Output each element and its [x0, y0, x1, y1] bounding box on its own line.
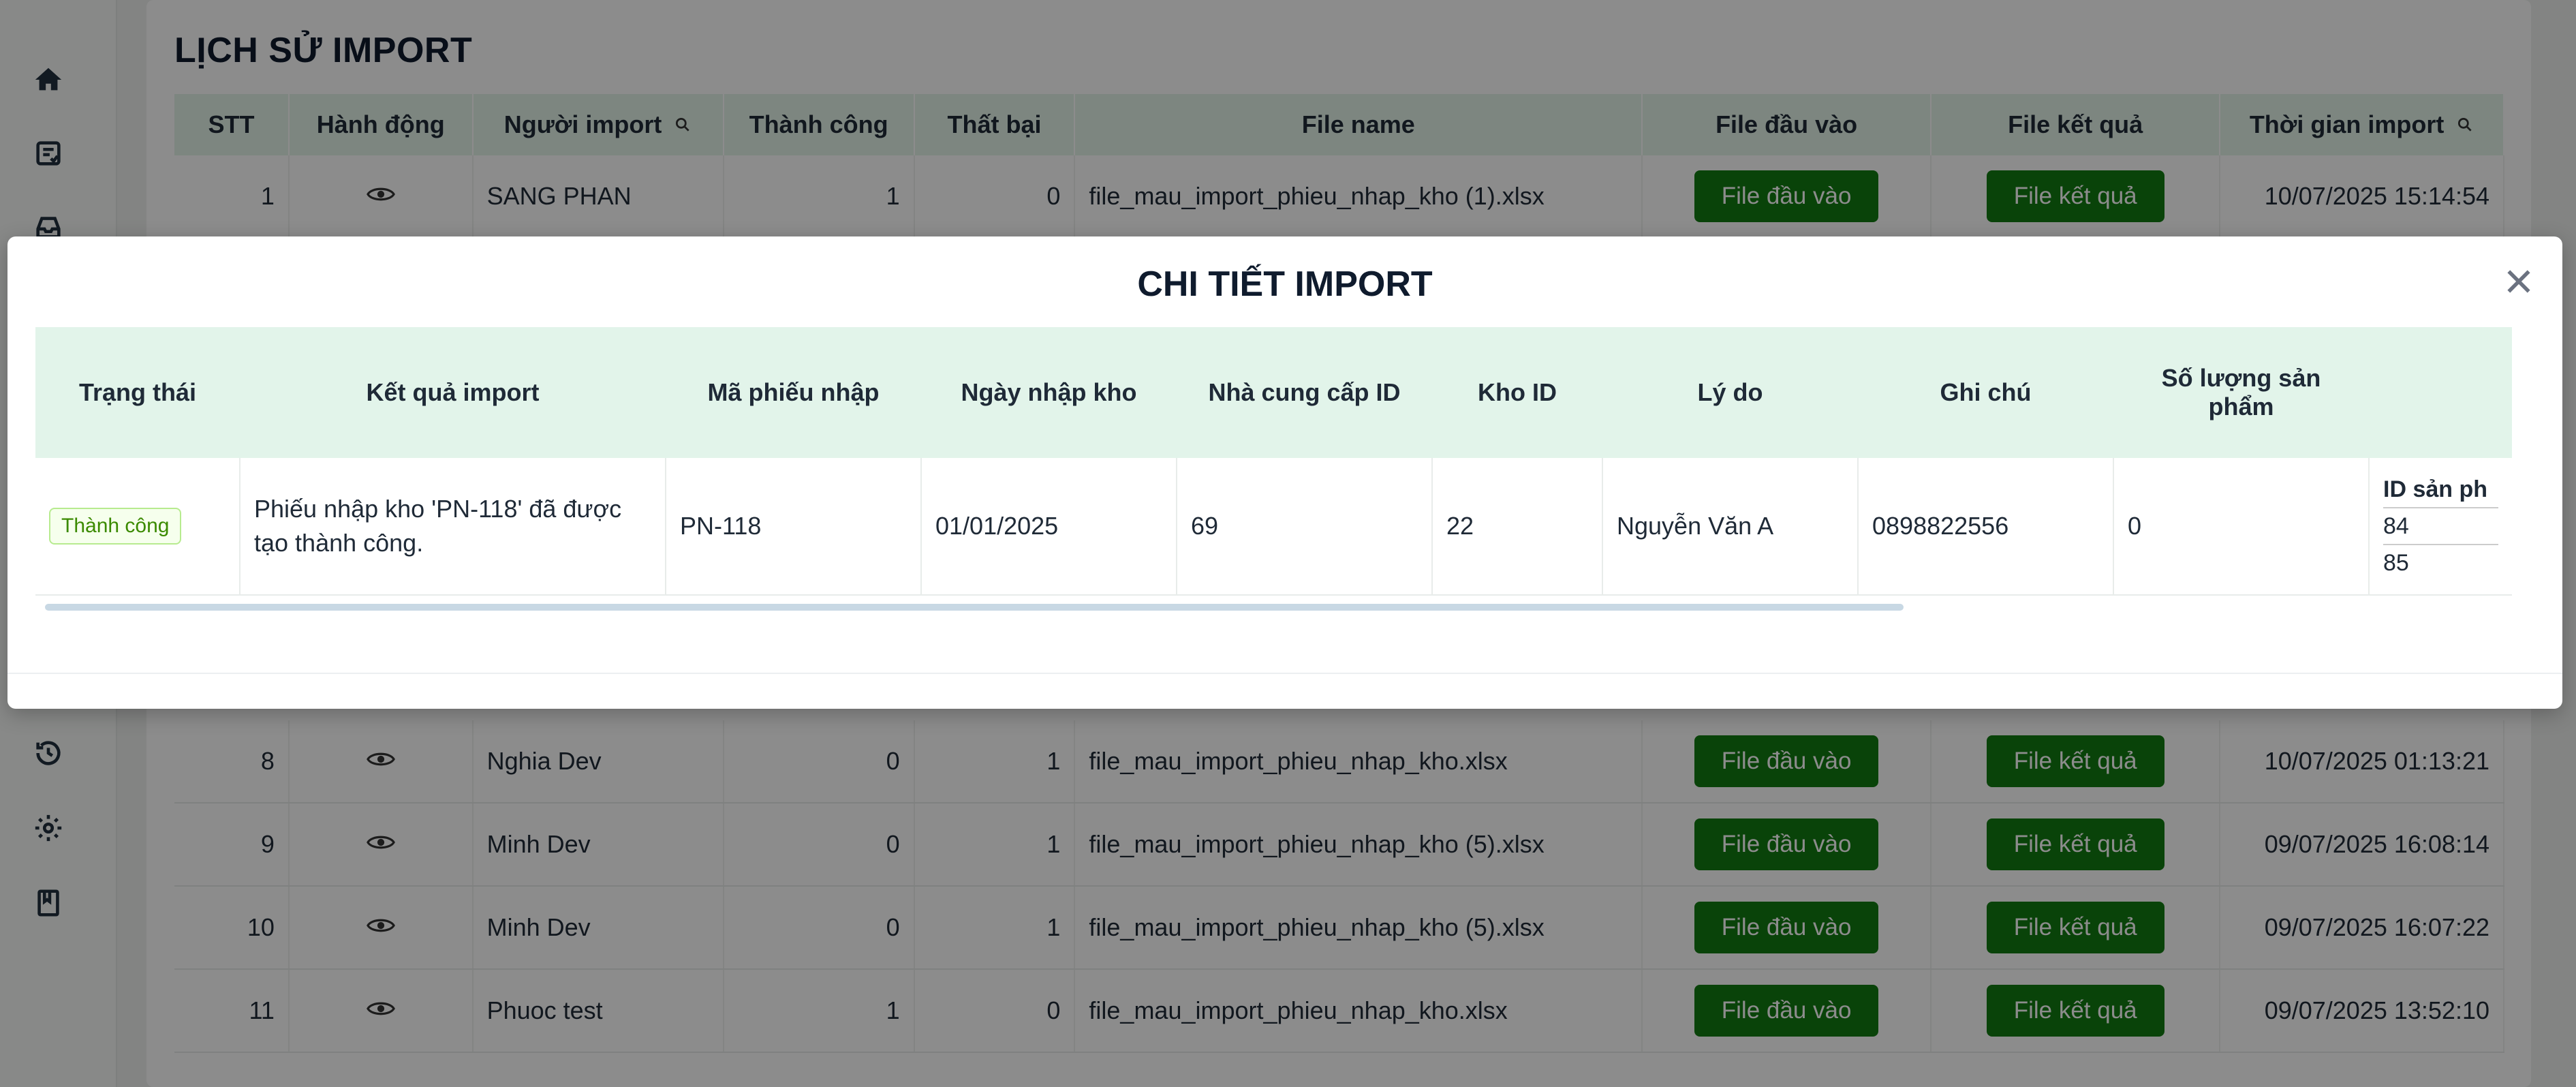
- detail-table-scroll[interactable]: Trạng thái Kết quả import Mã phiếu nhập …: [35, 327, 2515, 620]
- cell-receipt-code: PN-118: [666, 458, 922, 596]
- table-row: Thành công Phiếu nhập kho 'PN-118' đã đư…: [35, 458, 2512, 596]
- col-receipt-code: Mã phiếu nhập: [666, 327, 921, 458]
- col-supplier-id: Nhà cung cấp ID: [1177, 327, 1432, 458]
- col-warehouse-id: Kho ID: [1432, 327, 1602, 458]
- col-product-ids: [2369, 327, 2512, 458]
- product-id-row: 84: [2383, 508, 2498, 545]
- import-detail-modal: CHI TIẾT IMPORT Trạng thái Kết quả impor…: [7, 236, 2562, 709]
- cell-status: Thành công: [35, 458, 240, 596]
- col-note: Ghi chú: [1858, 327, 2113, 458]
- col-status: Trạng thái: [35, 327, 240, 458]
- cell-note: 0898822556: [1858, 458, 2114, 596]
- product-id-row: 85: [2383, 550, 2409, 576]
- cell-product-ids: ID sản ph 84 85: [2369, 458, 2512, 596]
- col-qty: Số lượng sản phẩm: [2113, 327, 2369, 458]
- cell-reason: Nguyễn Văn A: [1602, 458, 1859, 596]
- col-result: Kết quả import: [240, 327, 666, 458]
- modal-footer-divider: [7, 673, 2562, 674]
- product-id-subtable: ID sản ph 84 85: [2383, 472, 2498, 581]
- horizontal-scrollbar[interactable]: [45, 604, 1904, 611]
- cell-result: Phiếu nhập kho 'PN-118' đã được tạo thàn…: [240, 458, 666, 596]
- status-badge: Thành công: [49, 508, 182, 545]
- cell-import-date: 01/01/2025: [921, 458, 1177, 596]
- cell-qty: 0: [2113, 458, 2370, 596]
- close-icon[interactable]: [2504, 266, 2534, 296]
- cell-supplier-id: 69: [1177, 458, 1433, 596]
- modal-title: CHI TIẾT IMPORT: [1137, 264, 1433, 304]
- col-import-date: Ngày nhập kho: [921, 327, 1177, 458]
- col-reason: Lý do: [1602, 327, 1858, 458]
- product-id-header: ID sản ph: [2383, 472, 2498, 508]
- detail-table: Trạng thái Kết quả import Mã phiếu nhập …: [35, 327, 2512, 596]
- cell-warehouse-id: 22: [1432, 458, 1603, 596]
